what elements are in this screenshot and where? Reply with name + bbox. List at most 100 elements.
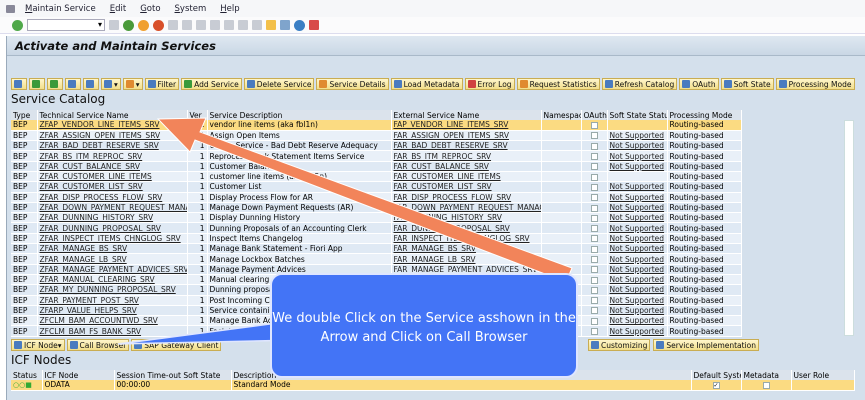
load-metadata-button[interactable]: Load Metadata	[390, 78, 463, 90]
help-icon[interactable]	[294, 19, 305, 31]
soft-state-link[interactable]: Not Supported	[607, 253, 668, 265]
icf-row[interactable]: ○○■ ODATA 00:00:00 Standard Mode ✓	[11, 380, 855, 391]
technical-name-link[interactable]: ZFAR_INSPECT_ITEMS_CHNGLOG_SRV	[37, 233, 188, 245]
new-session-icon[interactable]	[266, 20, 276, 30]
external-name-link[interactable]: FAR_DUNNING_PROPOSAL_SRV	[391, 222, 542, 234]
icf-node-button[interactable]: ICF Node ▾	[11, 339, 65, 351]
exit-icon[interactable]	[138, 19, 149, 31]
default-system-checkbox[interactable]: ✓	[691, 380, 742, 391]
technical-name-link[interactable]: ZFAR_CUST_BALANCE_SRV	[37, 161, 188, 172]
add-service-button[interactable]: Add Service	[181, 78, 242, 90]
external-name-link[interactable]: FAR_DISP_PROCESS_FLOW_SRV	[391, 192, 542, 203]
soft-state-link[interactable]: Not Supported	[607, 243, 668, 255]
oauth-checkbox[interactable]	[590, 121, 598, 129]
technical-name-link[interactable]: ZFARP_VALUE_HELPS_SRV	[37, 305, 188, 317]
external-name-link[interactable]: FAR_CUSTOMER_LINE_ITEMS	[391, 171, 542, 183]
menu-edit[interactable]: Edit	[110, 4, 126, 14]
soft-state-link[interactable]: Not Supported	[607, 284, 668, 296]
external-name-link[interactable]: FAR_DUNNING_HISTORY_SRV	[391, 212, 542, 224]
soft-state-link[interactable]: Not Supported	[607, 130, 668, 142]
delete-service-button[interactable]: Delete Service	[243, 78, 315, 90]
oauth-checkbox[interactable]	[590, 225, 598, 233]
metadata-checkbox[interactable]	[741, 380, 792, 391]
external-name-link[interactable]: FAR_MANAGE_LB_SRV	[391, 253, 542, 265]
table-row[interactable]: BEP ZFAR_CUSTOMER_LIST_SRV 1 Customer List F…	[11, 181, 742, 193]
soft-state-link[interactable]: Not Supported	[607, 315, 668, 327]
col-header-service-description[interactable]: Service Description	[207, 110, 392, 120]
details-button[interactable]	[11, 78, 27, 90]
technical-name-link[interactable]: ZFAR_DISP_PROCESS_FLOW_SRV	[37, 192, 188, 203]
find-button[interactable]	[65, 78, 81, 90]
table-row[interactable]: BEP ZFAP_VENDOR_LINE_ITEMS_SRV 1 vendor lin…	[11, 120, 742, 131]
sort-asc-button[interactable]	[29, 78, 45, 90]
menu-icon[interactable]	[6, 4, 15, 13]
menu-help[interactable]: Help	[220, 4, 239, 14]
external-name-link[interactable]: FAR_CUST_BALANCE_SRV	[391, 161, 542, 172]
col-header-type[interactable]: Type	[11, 110, 38, 120]
menu-system[interactable]: System	[175, 4, 207, 14]
find-icon[interactable]	[182, 20, 192, 30]
soft-state-link[interactable]: Not Supported	[607, 325, 668, 337]
technical-name-link[interactable]: ZFAR_DUNNING_PROPOSAL_SRV	[37, 222, 188, 234]
first-page-icon[interactable]	[210, 20, 220, 30]
save-icon[interactable]	[109, 20, 119, 30]
technical-name-link[interactable]: ZFAR_MANAGE_BS_SRV	[37, 243, 188, 255]
gateway-client-button[interactable]: SAP Gateway Client	[131, 339, 222, 351]
table-row[interactable]: BEP ZFAR_INSPECT_ITEMS_CHNGLOG_SRV 1 Inspec…	[11, 233, 742, 245]
technical-name-link[interactable]: ZFAR_CUSTOMER_LINE_ITEMS	[37, 171, 188, 183]
technical-name-link[interactable]: ZFAR_MANUAL_CLEARING_SRV	[37, 274, 188, 286]
layout-icon[interactable]	[309, 20, 319, 30]
external-name-link[interactable]: FAR_DOWN_PAYMENT_REQUEST_MANAG	[391, 202, 542, 214]
oauth-checkbox[interactable]	[590, 328, 598, 336]
soft-state-link[interactable]: Not Supported	[607, 264, 668, 275]
icf-col-status[interactable]: Status	[11, 370, 43, 380]
shortcut-icon[interactable]	[280, 20, 290, 30]
col-header-oauth[interactable]: OAuth_	[581, 110, 608, 120]
oauth-checkbox[interactable]	[590, 235, 598, 243]
oauth-checkbox[interactable]	[590, 214, 598, 222]
technical-name-link[interactable]: ZFAR_DOWN_PAYMENT_REQUEST_MANA	[37, 202, 188, 214]
soft-state-link[interactable]: Not Supported	[607, 202, 668, 214]
soft-state-link[interactable]	[607, 171, 668, 183]
technical-name-link[interactable]: ZFAR_CUSTOMER_LIST_SRV	[37, 181, 188, 193]
technical-name-link[interactable]: ZFAR_MANAGE_LB_SRV	[37, 253, 188, 265]
oauth-checkbox[interactable]	[590, 286, 598, 294]
external-name-link[interactable]: FAR_BS_ITM_REPROC_SRV	[391, 150, 542, 162]
external-name-link[interactable]: FAR_MANAGE_BS_SRV	[391, 243, 542, 255]
table-row[interactable]: BEP ZFAR_CUSTOMER_LINE_ITEMS 1 customer lin…	[11, 171, 742, 183]
oauth-button[interactable]: OAuth	[679, 78, 719, 90]
layout-button[interactable]: ▾	[122, 78, 143, 90]
service-details-button[interactable]: Service Details	[316, 78, 389, 90]
oauth-checkbox[interactable]	[590, 266, 598, 274]
technical-name-link[interactable]: ZFAR_BS_ITM_REPROC_SRV	[37, 150, 188, 162]
processing-mode-button[interactable]: Processing Mode	[775, 78, 855, 90]
enter-check-icon[interactable]	[12, 19, 23, 31]
soft-state-link[interactable]	[607, 120, 668, 131]
external-name-link[interactable]: FAR_BAD_DEBT_RESERVE_SRV	[391, 140, 542, 152]
soft-state-link[interactable]: Not Supported	[607, 222, 668, 234]
table-row[interactable]: BEP ZFAR_DUNNING_PROPOSAL_SRV 1 Dunning Pro…	[11, 222, 742, 234]
soft-state-link[interactable]: Not Supported	[607, 181, 668, 193]
next-page-icon[interactable]	[238, 20, 248, 30]
col-header-external-service-name[interactable]: External Service Name	[391, 110, 542, 120]
technical-name-link[interactable]: ZFAR_MANAGE_PAYMENT_ADVICES_SRV	[37, 264, 188, 275]
command-field[interactable]	[27, 19, 105, 31]
last-page-icon[interactable]	[252, 20, 262, 30]
col-header-processing-mode[interactable]: Processing Mode	[667, 110, 742, 120]
request-statistics-button[interactable]: Request Statistics	[516, 78, 600, 90]
print-icon[interactable]	[168, 20, 178, 30]
oauth-checkbox[interactable]	[590, 163, 598, 171]
icf-col-user-role[interactable]: User Role	[791, 370, 855, 380]
external-name-link[interactable]: FAP_VENDOR_LINE_ITEMS_SRV	[391, 120, 542, 131]
catalog-scrollbar[interactable]	[844, 120, 854, 336]
external-name-link[interactable]: FAR_CUSTOMER_LIST_SRV	[391, 181, 542, 193]
soft-state-link[interactable]: Not Supported	[607, 233, 668, 245]
soft-state-button[interactable]: Soft State	[720, 78, 774, 90]
col-header-version[interactable]: Ver_	[187, 110, 208, 120]
technical-name-link[interactable]: ZFCLM_BAM_ACCOUNTWD_SRV	[37, 315, 188, 327]
table-row[interactable]: BEP ZFAR_BS_ITM_REPROC_SRV 1 Reprocess Bank…	[11, 150, 742, 162]
find-next-button[interactable]	[83, 78, 99, 90]
technical-name-link[interactable]: ZFAR_DUNNING_HISTORY_SRV	[37, 212, 188, 224]
external-name-link[interactable]: FAR_ASSIGN_OPEN_ITEMS_SRV	[391, 130, 542, 142]
technical-name-link[interactable]: ZFCLM_BAM_FS_BANK_SRV	[37, 325, 188, 337]
